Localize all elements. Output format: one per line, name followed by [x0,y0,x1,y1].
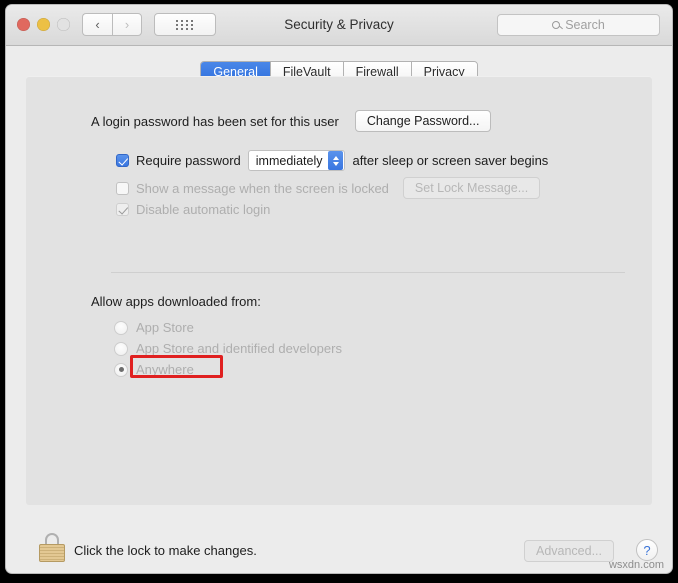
search-icon [552,21,561,29]
radio-anywhere[interactable] [114,362,128,377]
closed-lock-icon[interactable] [39,533,65,562]
allow-apps-heading: Allow apps downloaded from: [91,294,261,309]
search-placeholder: Search [565,18,605,32]
set-lock-message-button: Set Lock Message... [402,177,541,199]
radio-label-app-store-identified-developers: App Store and identified developers [136,341,342,356]
anywhere-highlight-annotation [130,355,223,378]
require-password-delay-value: immediately [255,153,323,168]
help-button[interactable]: ? [636,539,658,561]
require-password-row: Require password immediately after sleep… [116,150,548,171]
lock-message: Click the lock to make changes. [74,543,257,558]
require-password-checkbox[interactable] [116,154,129,167]
disable-automatic-login-row: Disable automatic login [116,202,270,217]
section-divider [111,272,625,273]
radio-row-app-store-identified-developers[interactable]: App Store and identified developers [114,341,342,356]
preferences-window: ‹ › Security & Privacy Search General Fi… [6,5,672,573]
radio-app-store-identified-developers[interactable] [114,341,128,356]
require-password-label: Require password [136,153,241,168]
window-titlebar: ‹ › Security & Privacy Search [6,5,672,46]
watermark: wsxdn.com [608,559,664,571]
search-field[interactable]: Search [497,14,660,36]
show-lock-message-label: Show a message when the screen is locked [136,180,389,196]
radio-row-app-store[interactable]: App Store [114,320,194,335]
require-password-suffix: after sleep or screen saver begins [352,153,549,168]
general-settings-panel: A login password has been set for this u… [26,76,652,505]
show-lock-message-row: Show a message when the screen is locked… [116,177,541,199]
require-password-delay-popup[interactable]: immediately [247,150,346,171]
disable-automatic-login-label: Disable automatic login [136,202,271,217]
allow-apps-heading-row: Allow apps downloaded from: [91,294,261,309]
stepper-icon[interactable] [328,151,344,170]
login-password-row: A login password has been set for this u… [91,110,492,132]
show-lock-message-checkbox[interactable] [116,181,129,195]
radio-app-store[interactable] [114,320,128,335]
login-password-status: A login password has been set for this u… [91,113,339,129]
advanced-button: Advanced... [523,540,614,562]
radio-label-app-store: App Store [136,320,194,335]
lock-body [39,544,65,562]
change-password-button[interactable]: Change Password... [354,110,492,132]
disable-automatic-login-checkbox [116,203,129,216]
